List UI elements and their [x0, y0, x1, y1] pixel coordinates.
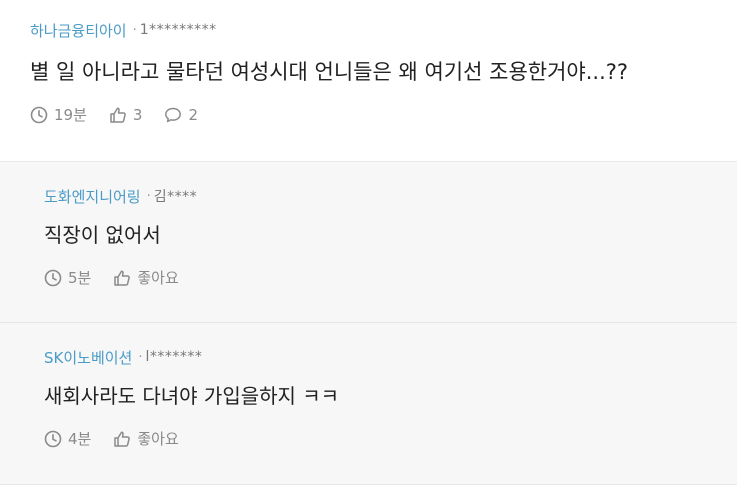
post: 하나금융티아이 · 1********* 별 일 아니라고 물타던 여성시대 언… [0, 0, 737, 162]
reply-text: 새회사라도 다녀야 가입을하지 ㅋㅋ [44, 384, 340, 408]
post-text: 별 일 아니라고 물타던 여성시대 언니들은 왜 여기선 조용한거야...?? [30, 60, 629, 84]
time-stat: 19분 [30, 104, 87, 125]
like-button[interactable]: 좋아요 [113, 428, 179, 449]
thumbs-up-icon [114, 269, 131, 286]
separator: · [146, 188, 151, 204]
like-label: 좋아요 [137, 430, 179, 448]
clock-icon [44, 430, 62, 447]
time-label: 19분 [54, 106, 87, 124]
time-label: 4분 [68, 430, 92, 448]
clock-icon [44, 269, 62, 286]
user-name: 김**** [153, 189, 198, 205]
thumbs-up-icon [110, 106, 126, 123]
separator: · [132, 22, 137, 38]
reply-stats: 4분 좋아요 [44, 428, 737, 449]
post-stats: 19분 3 2 [30, 104, 737, 125]
comment-count: 2 [188, 105, 198, 124]
reply-text: 직장이 없어서 [44, 223, 161, 247]
like-button[interactable]: 좋아요 [113, 267, 179, 288]
comment-button[interactable]: 2 [164, 106, 198, 124]
reply: 도화엔지니어링 · 김**** 직장이 없어서 5분 좋아요 [0, 162, 737, 323]
reply: SK이노베이션 · l******* 새회사라도 다녀야 가입을하지 ㅋㅋ 4분… [0, 323, 737, 485]
company-name[interactable]: 도화엔지니어링 [44, 186, 141, 207]
company-name[interactable]: 하나금융티아이 [30, 20, 127, 41]
company-name[interactable]: SK이노베이션 [44, 347, 132, 368]
like-count: 3 [132, 105, 143, 124]
like-label: 좋아요 [137, 269, 179, 287]
thumbs-up-icon [114, 430, 131, 447]
time-stat: 5분 [44, 267, 91, 288]
user-name: l******* [145, 349, 203, 365]
speech-bubble-icon [165, 107, 182, 122]
post-meta: 하나금융티아이 · 1********* [30, 20, 737, 40]
reply-meta: 도화엔지니어링 · 김**** [44, 186, 737, 206]
user-name: 1********* [139, 22, 217, 38]
reply-meta: SK이노베이션 · l******* [44, 347, 737, 367]
separator: · [138, 349, 143, 365]
time-stat: 4분 [44, 428, 91, 449]
time-label: 5분 [68, 269, 92, 287]
like-button[interactable]: 3 [109, 105, 143, 124]
reply-stats: 5분 좋아요 [44, 267, 737, 288]
clock-icon [30, 106, 48, 123]
